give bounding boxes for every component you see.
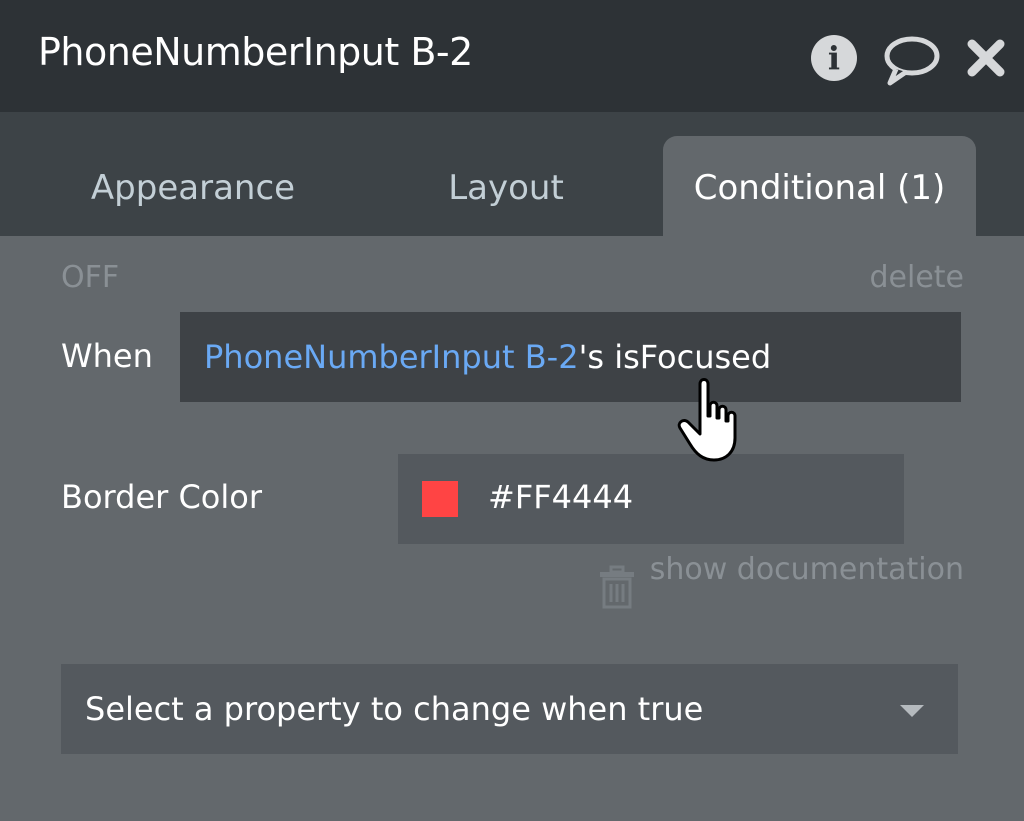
expression-operator[interactable]: 's isFocused bbox=[579, 338, 772, 376]
show-documentation-link[interactable]: show documentation bbox=[650, 552, 964, 587]
border-color-field[interactable]: #FF4444 bbox=[398, 454, 904, 544]
panel-title: PhoneNumberInput B-2 bbox=[38, 30, 473, 74]
panel-header: PhoneNumberInput B-2 i bbox=[0, 0, 1024, 112]
border-color-label: Border Color bbox=[61, 478, 262, 516]
expression-source[interactable]: PhoneNumberInput B-2 bbox=[204, 338, 579, 376]
condition-status[interactable]: OFF bbox=[61, 260, 119, 295]
property-select[interactable]: Select a property to change when true bbox=[61, 664, 958, 754]
tab-appearance[interactable]: Appearance bbox=[52, 136, 334, 236]
condition-expression[interactable]: PhoneNumberInput B-2's isFocused bbox=[180, 312, 961, 402]
property-select-placeholder: Select a property to change when true bbox=[85, 690, 704, 728]
info-icon[interactable]: i bbox=[811, 35, 857, 81]
trash-icon[interactable] bbox=[598, 565, 636, 609]
tab-conditional[interactable]: Conditional (1) bbox=[663, 136, 976, 236]
color-value[interactable]: #FF4444 bbox=[488, 478, 633, 516]
color-swatch[interactable] bbox=[422, 481, 458, 517]
comment-icon[interactable] bbox=[882, 34, 940, 86]
when-label: When bbox=[61, 337, 153, 375]
tab-layout[interactable]: Layout bbox=[380, 136, 632, 236]
chevron-down-icon bbox=[900, 705, 924, 717]
delete-link[interactable]: delete bbox=[869, 260, 964, 295]
close-icon[interactable] bbox=[966, 38, 1006, 78]
tab-bar: Appearance Layout Conditional (1) bbox=[0, 112, 1024, 236]
